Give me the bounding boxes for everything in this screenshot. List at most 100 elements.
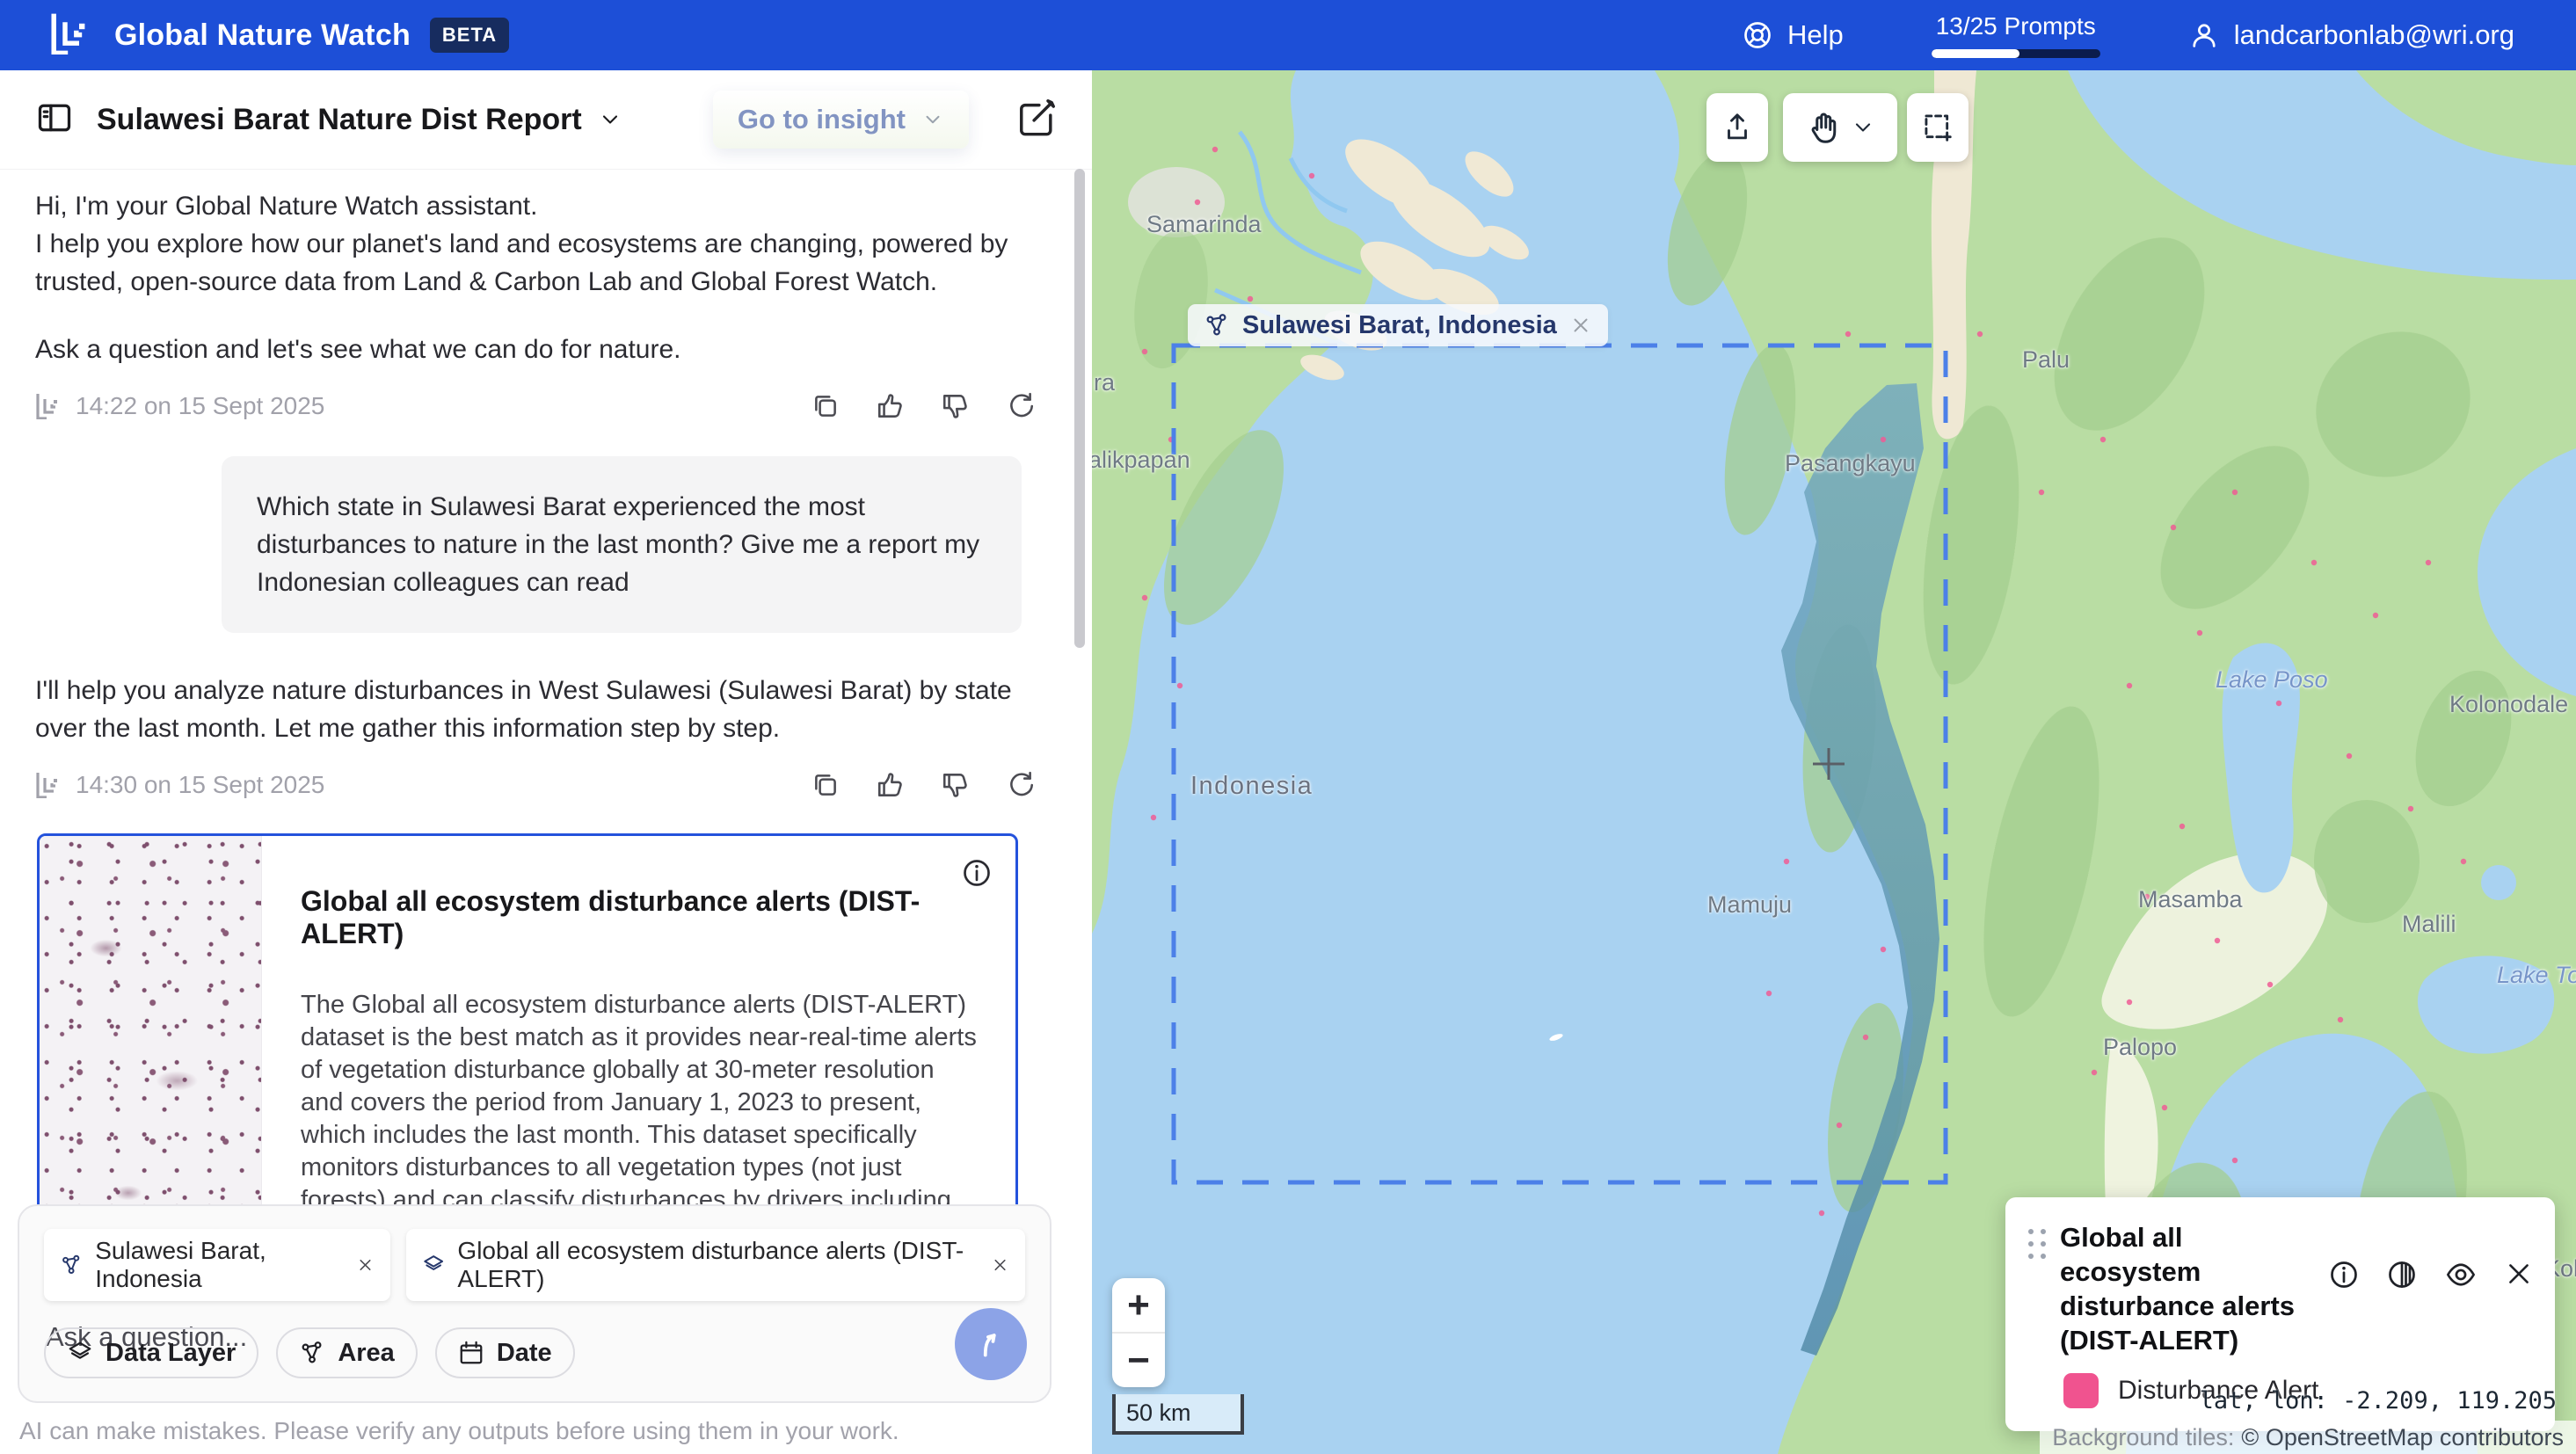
send-button[interactable] bbox=[955, 1308, 1027, 1380]
legend-layer-title: Global all ecosystem disturbance alerts … bbox=[2060, 1220, 2328, 1357]
regenerate-icon[interactable] bbox=[1006, 770, 1036, 800]
map-label: Lake Poso bbox=[2216, 666, 2328, 694]
message-timestamp: 14:30 on 15 Sept 2025 bbox=[76, 771, 324, 799]
assistant-message-line: I'll help you analyze nature disturbance… bbox=[35, 672, 1057, 747]
composer: Sulawesi Barat, Indonesia Global all eco… bbox=[18, 1204, 1052, 1403]
assistant-avatar-icon bbox=[35, 772, 63, 798]
copy-icon[interactable] bbox=[811, 391, 840, 421]
button-label: Data Layer bbox=[106, 1339, 236, 1368]
new-chat-button[interactable] bbox=[1016, 98, 1057, 142]
global-nature-watch-app: Global Nature Watch BETA Help 13/25 Prom… bbox=[0, 0, 2576, 1454]
area-icon bbox=[299, 1340, 325, 1366]
assistant-message-line: I help you explore how our planet's land… bbox=[35, 225, 1057, 301]
draw-area-button[interactable] bbox=[1907, 93, 1968, 162]
account-email: landcarbonlab@wri.org bbox=[2234, 19, 2514, 51]
info-icon[interactable] bbox=[961, 857, 993, 893]
copy-icon[interactable] bbox=[811, 770, 840, 800]
chat-header: Sulawesi Barat Nature Dist Report Go to … bbox=[0, 70, 1092, 170]
close-icon[interactable] bbox=[356, 1254, 375, 1276]
area-icon bbox=[60, 1252, 83, 1278]
user-icon bbox=[2188, 19, 2220, 51]
assistant-message: Hi, I'm your Global Nature Watch assista… bbox=[35, 187, 1057, 368]
map-label: Pasangkayu bbox=[1785, 450, 1916, 477]
prompts-count-label: 13/25 Prompts bbox=[1936, 12, 2096, 40]
drag-handle-icon[interactable] bbox=[2028, 1229, 2046, 1259]
conversation-title: Sulawesi Barat Nature Dist Report bbox=[97, 103, 582, 137]
zoom-out-button[interactable]: − bbox=[1112, 1334, 1165, 1387]
map-label: Palopo bbox=[2103, 1034, 2177, 1061]
user-message-bubble: Which state in Sulawesi Barat experience… bbox=[222, 456, 1022, 633]
map-label: Lake Towuti bbox=[2497, 962, 2576, 989]
info-icon[interactable] bbox=[2328, 1259, 2360, 1290]
layers-icon bbox=[422, 1252, 445, 1278]
assistant-message: I'll help you analyze nature disturbance… bbox=[35, 672, 1057, 747]
chip-label: Global all ecosystem disturbance alerts … bbox=[457, 1237, 979, 1293]
thumbs-up-icon[interactable] bbox=[876, 391, 906, 421]
selected-area-tag[interactable]: Sulawesi Barat, Indonesia bbox=[1188, 304, 1608, 346]
context-chip-area[interactable]: Sulawesi Barat, Indonesia bbox=[44, 1229, 390, 1301]
top-navigation-bar: Global Nature Watch BETA Help 13/25 Prom… bbox=[0, 0, 2576, 70]
assistant-avatar-icon bbox=[35, 393, 63, 419]
map-label: Indonesia bbox=[1190, 772, 1313, 801]
assistant-message-line: Ask a question and let's see what we can… bbox=[35, 331, 1057, 368]
brand: Global Nature Watch BETA bbox=[49, 12, 509, 59]
send-arrow-icon bbox=[973, 1327, 1008, 1362]
assistant-message-line: Hi, I'm your Global Nature Watch assista… bbox=[35, 187, 1057, 225]
map-tool-selector[interactable] bbox=[1783, 93, 1897, 162]
zoom-control: + − bbox=[1112, 1278, 1165, 1387]
date-button[interactable]: Date bbox=[435, 1327, 575, 1378]
chip-label: Sulawesi Barat, Indonesia bbox=[95, 1237, 344, 1293]
message-meta-row: 14:30 on 15 Sept 2025 bbox=[35, 770, 1036, 800]
calendar-icon bbox=[458, 1340, 484, 1366]
prompts-quota: 13/25 Prompts bbox=[1932, 12, 2100, 58]
thumbs-up-icon[interactable] bbox=[876, 770, 906, 800]
close-icon[interactable] bbox=[991, 1254, 1009, 1276]
message-timestamp: 14:22 on 15 Sept 2025 bbox=[76, 392, 324, 420]
opacity-icon[interactable] bbox=[2386, 1259, 2418, 1290]
chevron-down-icon bbox=[1851, 115, 1875, 140]
go-to-insight-label: Go to insight bbox=[738, 104, 906, 135]
area-button[interactable]: Area bbox=[276, 1327, 418, 1378]
map-label: Kolonodale bbox=[2449, 691, 2568, 718]
ai-disclaimer: AI can make mistakes. Please verify any … bbox=[19, 1417, 899, 1445]
app-title: Global Nature Watch bbox=[114, 18, 411, 53]
beta-badge: BETA bbox=[430, 18, 509, 53]
go-to-insight-button[interactable]: Go to insight bbox=[713, 91, 969, 149]
attribution-osm[interactable]: © OpenStreetMap contributors bbox=[2241, 1424, 2564, 1451]
layers-icon bbox=[67, 1340, 93, 1366]
map-label: Balikpapan bbox=[1092, 447, 1190, 474]
context-chip-dataset[interactable]: Global all ecosystem disturbance alerts … bbox=[406, 1229, 1025, 1301]
close-icon[interactable] bbox=[2504, 1259, 2534, 1289]
conversation-title-dropdown[interactable]: Sulawesi Barat Nature Dist Report bbox=[97, 103, 622, 137]
map-scale-bar: 50 km bbox=[1112, 1394, 1244, 1435]
chevron-down-icon bbox=[598, 107, 622, 132]
dataset-title: Global all ecosystem disturbance alerts … bbox=[301, 885, 977, 950]
app-logo-icon bbox=[49, 12, 95, 59]
export-map-button[interactable] bbox=[1706, 93, 1768, 162]
visibility-eye-icon[interactable] bbox=[2444, 1259, 2478, 1290]
select-area-icon bbox=[1921, 111, 1954, 144]
map-view[interactable]: Samarinda ra Balikpapan Indonesia Pasang… bbox=[1092, 70, 2576, 1454]
zoom-in-button[interactable]: + bbox=[1112, 1278, 1165, 1334]
help-button[interactable]: Help bbox=[1742, 19, 1844, 51]
hand-tool-icon bbox=[1805, 110, 1840, 145]
upload-icon bbox=[1721, 111, 1754, 144]
chat-scrollbar[interactable] bbox=[1074, 169, 1085, 648]
thumbs-down-icon[interactable] bbox=[941, 770, 971, 800]
map-label: Palu bbox=[2022, 346, 2070, 374]
sidebar-toggle-button[interactable] bbox=[35, 98, 74, 142]
prompts-progress-fill bbox=[1932, 49, 2019, 58]
message-list: Hi, I'm your Global Nature Watch assista… bbox=[0, 170, 1092, 1349]
attribution-prefix: Background tiles: bbox=[2052, 1424, 2234, 1451]
map-label: Malili bbox=[2402, 911, 2456, 938]
scale-label: 50 km bbox=[1126, 1399, 1191, 1427]
cursor-coordinates: lat, lon: -2.209, 119.205 bbox=[2200, 1387, 2557, 1414]
close-icon[interactable] bbox=[1569, 314, 1592, 337]
data-layer-button[interactable]: Data Layer bbox=[44, 1327, 258, 1378]
area-icon bbox=[1204, 312, 1230, 338]
selected-area-label: Sulawesi Barat, Indonesia bbox=[1242, 311, 1557, 340]
regenerate-icon[interactable] bbox=[1006, 391, 1036, 421]
thumbs-down-icon[interactable] bbox=[941, 391, 971, 421]
legend-swatch bbox=[2063, 1373, 2099, 1408]
account-menu[interactable]: landcarbonlab@wri.org bbox=[2188, 19, 2514, 51]
